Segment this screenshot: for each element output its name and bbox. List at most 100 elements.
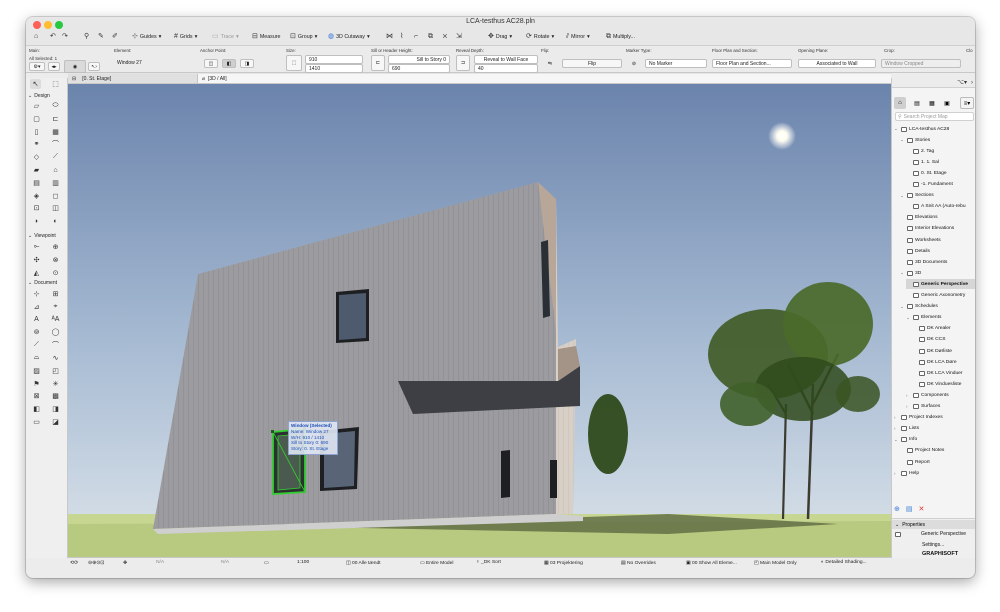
- arrow-selection-button[interactable]: ◂▸: [48, 62, 60, 71]
- marker-type-select[interactable]: No Marker: [645, 59, 707, 68]
- document-tool-11-icon[interactable]: ⌓: [31, 353, 42, 363]
- design-tool-2-icon[interactable]: ⬭: [50, 101, 61, 111]
- window-preview-icon[interactable]: ◉: [64, 60, 86, 73]
- drag-button[interactable]: ✥ Drag ▾: [488, 33, 512, 41]
- design-group-header[interactable]: ⌄ Design: [28, 92, 66, 99]
- document-tool-8-icon[interactable]: ◯: [50, 327, 61, 337]
- navigator-item[interactable]: Generic Perspective: [906, 279, 975, 290]
- disclosure-icon[interactable]: ⌄: [894, 437, 899, 443]
- navigator-item[interactable]: ⌄ Schedules: [900, 302, 938, 312]
- tab-floor-plan[interactable]: ⊟ [0. St. Etage]: [68, 74, 198, 83]
- panel-arrow-icon[interactable]: ›: [971, 80, 973, 86]
- undo-icon[interactable]: ↶: [50, 33, 56, 41]
- offset-icon[interactable]: ⧉: [428, 33, 433, 41]
- document-tool-17-icon[interactable]: ⊠: [31, 391, 42, 401]
- disclosure-icon[interactable]: ›: [906, 404, 911, 409]
- viewpoint-tool-4-icon[interactable]: ⊗: [50, 255, 61, 265]
- design-tool-4-icon[interactable]: ⊏: [50, 114, 61, 124]
- tab-3d-all[interactable]: ⌀ [3D / All]: [198, 74, 891, 83]
- stretch-icon[interactable]: ⇲: [456, 33, 462, 41]
- document-tool-6-icon[interactable]: ᴬA: [50, 315, 61, 325]
- scale-select[interactable]: 1:100: [297, 560, 309, 565]
- document-tool-3-icon[interactable]: ⊿: [31, 302, 42, 312]
- document-tool-21-icon[interactable]: ▭: [31, 417, 42, 427]
- navigator-item[interactable]: ⌄ Stories: [900, 135, 930, 145]
- reveal-mode-select[interactable]: Reveal to Wall Face: [474, 55, 538, 64]
- undo-nav-icon[interactable]: ⟲⟳: [70, 560, 78, 566]
- navigator-item[interactable]: DK LCA Døre: [912, 357, 957, 367]
- settings-button[interactable]: Settings...: [922, 542, 944, 548]
- project-map-icon[interactable]: ⌂: [894, 97, 906, 109]
- disclosure-icon[interactable]: ›: [894, 426, 899, 431]
- 3d-viewport[interactable]: [68, 84, 891, 557]
- disclosure-icon[interactable]: ›: [894, 471, 899, 476]
- navigator-item[interactable]: › Help: [894, 468, 919, 478]
- design-tool-16-icon[interactable]: ◻: [50, 191, 61, 201]
- grids-button[interactable]: # Grids ▾: [174, 33, 197, 41]
- viewpoint-group-header[interactable]: ⌄ Viewpoint: [28, 232, 66, 239]
- width-field[interactable]: 910: [305, 55, 363, 64]
- document-tool-20-icon[interactable]: ◨: [50, 404, 61, 414]
- rotate-button[interactable]: ⟳ Rotate ▾: [526, 33, 554, 41]
- mirror-button[interactable]: ⫽ Mirror ▾: [566, 33, 590, 41]
- document-tool-4-icon[interactable]: ⌖: [50, 302, 61, 312]
- navigator-item[interactable]: › Components: [906, 390, 949, 400]
- navigator-item[interactable]: Report: [900, 457, 930, 467]
- overrides-select[interactable]: ▤ No Overrides: [621, 560, 656, 566]
- navigator-item[interactable]: ⌄ Elements: [906, 313, 941, 323]
- design-tool-11-icon[interactable]: ▰: [31, 165, 42, 175]
- navigator-item[interactable]: A Snit AA (Auto-rebu: [906, 202, 966, 212]
- design-tool-6-icon[interactable]: ▦: [50, 127, 61, 137]
- navigator-item[interactable]: -1. Fundament: [906, 180, 953, 190]
- navigator-item[interactable]: ⌄ Sections: [900, 191, 934, 201]
- design-tool-7-icon[interactable]: ⚭: [31, 139, 42, 149]
- document-tool-13-icon[interactable]: ▨: [31, 366, 42, 376]
- design-tool-14-icon[interactable]: ▥: [50, 178, 61, 188]
- design-tool-13-icon[interactable]: ▤: [31, 178, 42, 188]
- document-tool-2-icon[interactable]: ⊞: [50, 289, 61, 299]
- navigator-item[interactable]: Generic Axonometry: [906, 291, 965, 301]
- document-group-header[interactable]: ⌄ Document: [28, 279, 66, 286]
- clone-view-icon[interactable]: ▤: [906, 505, 913, 513]
- pan-icon[interactable]: ✥: [123, 560, 127, 566]
- model-filter-select[interactable]: ▭ Entire Model: [420, 560, 453, 566]
- navigator-item[interactable]: 1. 1. Sal: [906, 157, 939, 167]
- height-field[interactable]: 1410: [305, 64, 363, 73]
- multiply-button[interactable]: ⧉ Multiply...: [606, 33, 635, 41]
- search-project-map[interactable]: ⚲ Search Project Map: [895, 112, 974, 121]
- document-tool-10-icon[interactable]: ⌒: [50, 340, 61, 350]
- sill-mode-select[interactable]: Sill to Story 0: [388, 55, 450, 64]
- shading-select[interactable]: ◐ Detailed Shading...: [821, 560, 867, 565]
- navigator-item[interactable]: DK Dørliste: [912, 346, 952, 356]
- split-icon[interactable]: ⋈: [386, 33, 393, 41]
- delete-view-icon[interactable]: ✕: [919, 505, 925, 513]
- settings-dialog-button[interactable]: ⚙▾: [29, 62, 45, 71]
- disclosure-icon[interactable]: ⌄: [900, 193, 905, 199]
- redo-icon[interactable]: ↷: [62, 33, 68, 41]
- navigator-item[interactable]: ⌄ Info: [894, 435, 917, 445]
- document-tool-1-icon[interactable]: ⊹: [31, 289, 42, 299]
- document-tool-9-icon[interactable]: ⟋: [31, 340, 42, 350]
- disclosure-icon[interactable]: ›: [906, 393, 911, 398]
- marquee-tool-icon[interactable]: ⬚: [50, 79, 61, 89]
- document-tool-16-icon[interactable]: ✳: [50, 379, 61, 389]
- arrow-tool-icon[interactable]: ↖: [30, 79, 41, 89]
- projection-select[interactable]: ▦ 03 Projektering: [544, 560, 583, 566]
- design-tool-18-icon[interactable]: ◫: [50, 203, 61, 213]
- show-elements-select[interactable]: ▣ 00 Show All Eleme...: [686, 560, 737, 566]
- design-tool-20-icon[interactable]: ◐: [50, 216, 61, 226]
- design-tool-12-icon[interactable]: ⌂: [50, 165, 61, 175]
- navigator-menu-icon[interactable]: ≡▾: [960, 97, 974, 109]
- pointer-icon[interactable]: ↖›: [88, 62, 100, 71]
- opening-plane-select[interactable]: Associated to Wall: [798, 59, 876, 68]
- design-tool-17-icon[interactable]: ⊡: [31, 203, 42, 213]
- document-tool-18-icon[interactable]: ▩: [50, 391, 61, 401]
- model-view-select[interactable]: ◰ Main Model Only: [754, 560, 797, 566]
- syringe-icon[interactable]: ✎: [98, 33, 104, 41]
- floor-plan-section-button[interactable]: Floor Plan and Section...: [712, 59, 792, 68]
- document-tool-15-icon[interactable]: ⚑: [31, 379, 42, 389]
- disclosure-icon[interactable]: ⌄: [900, 137, 905, 143]
- fillet-icon[interactable]: ⌐: [414, 33, 418, 41]
- 3d-scene[interactable]: [68, 84, 891, 557]
- 3d-cutaway-button[interactable]: ◍ 3D Cutaway ▾: [328, 33, 370, 41]
